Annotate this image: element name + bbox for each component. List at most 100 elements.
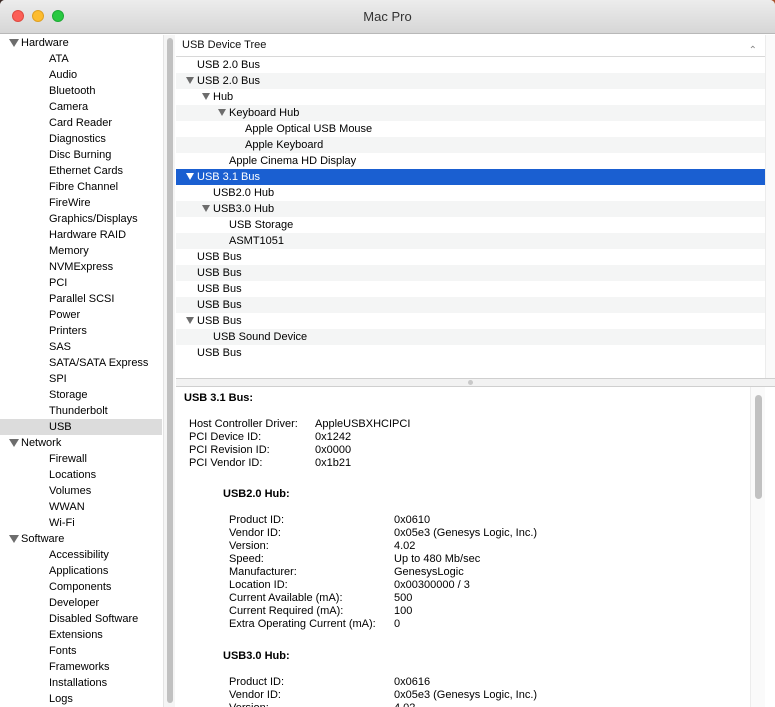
tree-row-usb-2-0-bus[interactable]: USB 2.0 Bus (176, 73, 765, 89)
tree-row-apple-optical-usb-mouse[interactable]: Apple Optical USB Mouse (176, 121, 765, 137)
sidebar-section-network[interactable]: Network (0, 435, 162, 451)
property-value: 500 (394, 592, 413, 604)
tree-column-header[interactable]: USB Device Tree ⌃ (176, 35, 765, 57)
disclosure-triangle-icon[interactable] (186, 317, 194, 324)
tree-header-label: USB Device Tree (182, 39, 267, 51)
sidebar-item-firewall[interactable]: Firewall (0, 451, 162, 467)
sidebar-item-wwan[interactable]: WWAN (0, 499, 162, 515)
sidebar-item-parallel-scsi[interactable]: Parallel SCSI (0, 291, 162, 307)
property-key: Version: (229, 702, 269, 707)
pane-splitter[interactable] (176, 378, 775, 387)
property-key: PCI Device ID: (189, 431, 262, 443)
disclosure-triangle-icon[interactable] (9, 439, 19, 447)
sidebar-item-logs[interactable]: Logs (0, 691, 162, 707)
sidebar-item-bluetooth[interactable]: Bluetooth (0, 83, 162, 99)
tree-row-usb-bus[interactable]: USB Bus (176, 345, 765, 361)
tree-row-apple-cinema-hd-display[interactable]: Apple Cinema HD Display (176, 153, 765, 169)
sidebar-scroll-thumb[interactable] (167, 38, 173, 703)
sidebar-item-sas[interactable]: SAS (0, 339, 162, 355)
sidebar-item-nvmexpress[interactable]: NVMExpress (0, 259, 162, 275)
sidebar-item-ethernet-cards[interactable]: Ethernet Cards (0, 163, 162, 179)
sidebar-item-memory[interactable]: Memory (0, 243, 162, 259)
tree-row-hub[interactable]: Hub (176, 89, 765, 105)
sidebar-item-disc-burning[interactable]: Disc Burning (0, 147, 162, 163)
sidebar-section-hardware[interactable]: Hardware (0, 35, 162, 51)
sidebar-item-sata-sata-express[interactable]: SATA/SATA Express (0, 355, 162, 371)
sidebar-section-software[interactable]: Software (0, 531, 162, 547)
sidebar-section-label: Software (21, 533, 65, 545)
sidebar-item-camera[interactable]: Camera (0, 99, 162, 115)
sidebar-list: Hardware ATA Audio Bluetooth Camera Card Read… (0, 35, 162, 707)
property-value: 0x0616 (394, 676, 431, 688)
detail-scroll-thumb[interactable] (755, 395, 762, 499)
sidebar-item-firewire[interactable]: FireWire (0, 195, 162, 211)
property-key: Current Required (mA): (229, 605, 344, 617)
property-key: Product ID: (229, 676, 285, 688)
sidebar-item-developer[interactable]: Developer (0, 595, 162, 611)
disclosure-triangle-icon[interactable] (186, 77, 194, 84)
sidebar-section-label: Hardware (21, 37, 69, 49)
sidebar-item-fibre-channel[interactable]: Fibre Channel (0, 179, 162, 195)
property-key: Extra Operating Current (mA): (229, 618, 376, 630)
sidebar-item-usb[interactable]: USB (0, 419, 162, 435)
tree-row-usb-bus[interactable]: USB Bus (176, 249, 765, 265)
tree-row-apple-keyboard[interactable]: Apple Keyboard (176, 137, 765, 153)
sidebar-scrollbar[interactable] (163, 35, 175, 707)
disclosure-triangle-icon[interactable] (9, 39, 19, 47)
tree-row-asmt1051[interactable]: ASMT1051 (176, 233, 765, 249)
tree-row-usb-storage[interactable]: USB Storage (176, 217, 765, 233)
tree-row-usb-bus[interactable]: USB Bus (176, 281, 765, 297)
tree-row-usb-3-1-bus[interactable]: USB 3.1 Bus (176, 169, 765, 185)
sidebar-item-installations[interactable]: Installations (0, 675, 162, 691)
sidebar-item-extensions[interactable]: Extensions (0, 627, 162, 643)
sidebar-item-graphics-displays[interactable]: Graphics/Displays (0, 211, 162, 227)
sidebar-item-disabled-software[interactable]: Disabled Software (0, 611, 162, 627)
detail-scrollbar[interactable] (750, 387, 765, 707)
sidebar-item-fonts[interactable]: Fonts (0, 643, 162, 659)
sidebar-item-pci[interactable]: PCI (0, 275, 162, 291)
sidebar-item-locations[interactable]: Locations (0, 467, 162, 483)
property-key: Vendor ID: (229, 689, 281, 701)
sidebar-item-storage[interactable]: Storage (0, 387, 162, 403)
tree-row-usb-2-0-bus[interactable]: USB 2.0 Bus (176, 57, 765, 73)
sidebar-item-power[interactable]: Power (0, 307, 162, 323)
disclosure-triangle-icon[interactable] (202, 93, 210, 100)
sidebar-item-printers[interactable]: Printers (0, 323, 162, 339)
sidebar-item-audio[interactable]: Audio (0, 67, 162, 83)
window-title: Mac Pro (363, 9, 412, 24)
property-value: 0x05e3 (Genesys Logic, Inc.) (394, 689, 538, 701)
sidebar-item-components[interactable]: Components (0, 579, 162, 595)
sidebar-item-frameworks[interactable]: Frameworks (0, 659, 162, 675)
property-key: Speed: (229, 553, 264, 565)
tree-row-usb2-0-hub[interactable]: USB2.0 Hub (176, 185, 765, 201)
sidebar-item-thunderbolt[interactable]: Thunderbolt (0, 403, 162, 419)
tree-row-usb-bus[interactable]: USB Bus (176, 265, 765, 281)
tree-row-label: USB Bus (197, 315, 242, 327)
property-value: Up to 480 Mb/sec (394, 553, 481, 565)
tree-row-label: Keyboard Hub (229, 107, 300, 119)
tree-row-usb3-0-hub[interactable]: USB3.0 Hub (176, 201, 765, 217)
sidebar-item-spi[interactable]: SPI (0, 371, 162, 387)
sidebar-item-accessibility[interactable]: Accessibility (0, 547, 162, 563)
tree-row-keyboard-hub[interactable]: Keyboard Hub (176, 105, 765, 121)
tree-row-usb-bus[interactable]: USB Bus (176, 313, 765, 329)
sidebar-item-diagnostics[interactable]: Diagnostics (0, 131, 162, 147)
sidebar-section-label: Network (21, 437, 62, 449)
title-bar[interactable]: Mac Pro (0, 0, 775, 34)
disclosure-triangle-icon[interactable] (218, 109, 226, 116)
tree-row-usb-sound-device[interactable]: USB Sound Device (176, 329, 765, 345)
sidebar-item-wi-fi[interactable]: Wi-Fi (0, 515, 162, 531)
sidebar-item-card-reader[interactable]: Card Reader (0, 115, 162, 131)
disclosure-triangle-icon[interactable] (9, 535, 19, 543)
tree-row-usb-bus[interactable]: USB Bus (176, 297, 765, 313)
sidebar-item-volumes[interactable]: Volumes (0, 483, 162, 499)
sidebar-item-ata[interactable]: ATA (0, 51, 162, 67)
disclosure-triangle-icon[interactable] (202, 205, 210, 212)
disclosure-triangle-icon[interactable] (186, 173, 194, 180)
splitter-handle-icon[interactable] (468, 380, 473, 385)
system-information-window: Mac Pro Hardware ATA Audio Bluetooth Camera C… (0, 0, 775, 707)
sidebar-item-applications[interactable]: Applications (0, 563, 162, 579)
property-key: PCI Revision ID: (189, 444, 270, 456)
tree-scrollbar[interactable] (765, 35, 775, 378)
sidebar-item-hardware-raid[interactable]: Hardware RAID (0, 227, 162, 243)
